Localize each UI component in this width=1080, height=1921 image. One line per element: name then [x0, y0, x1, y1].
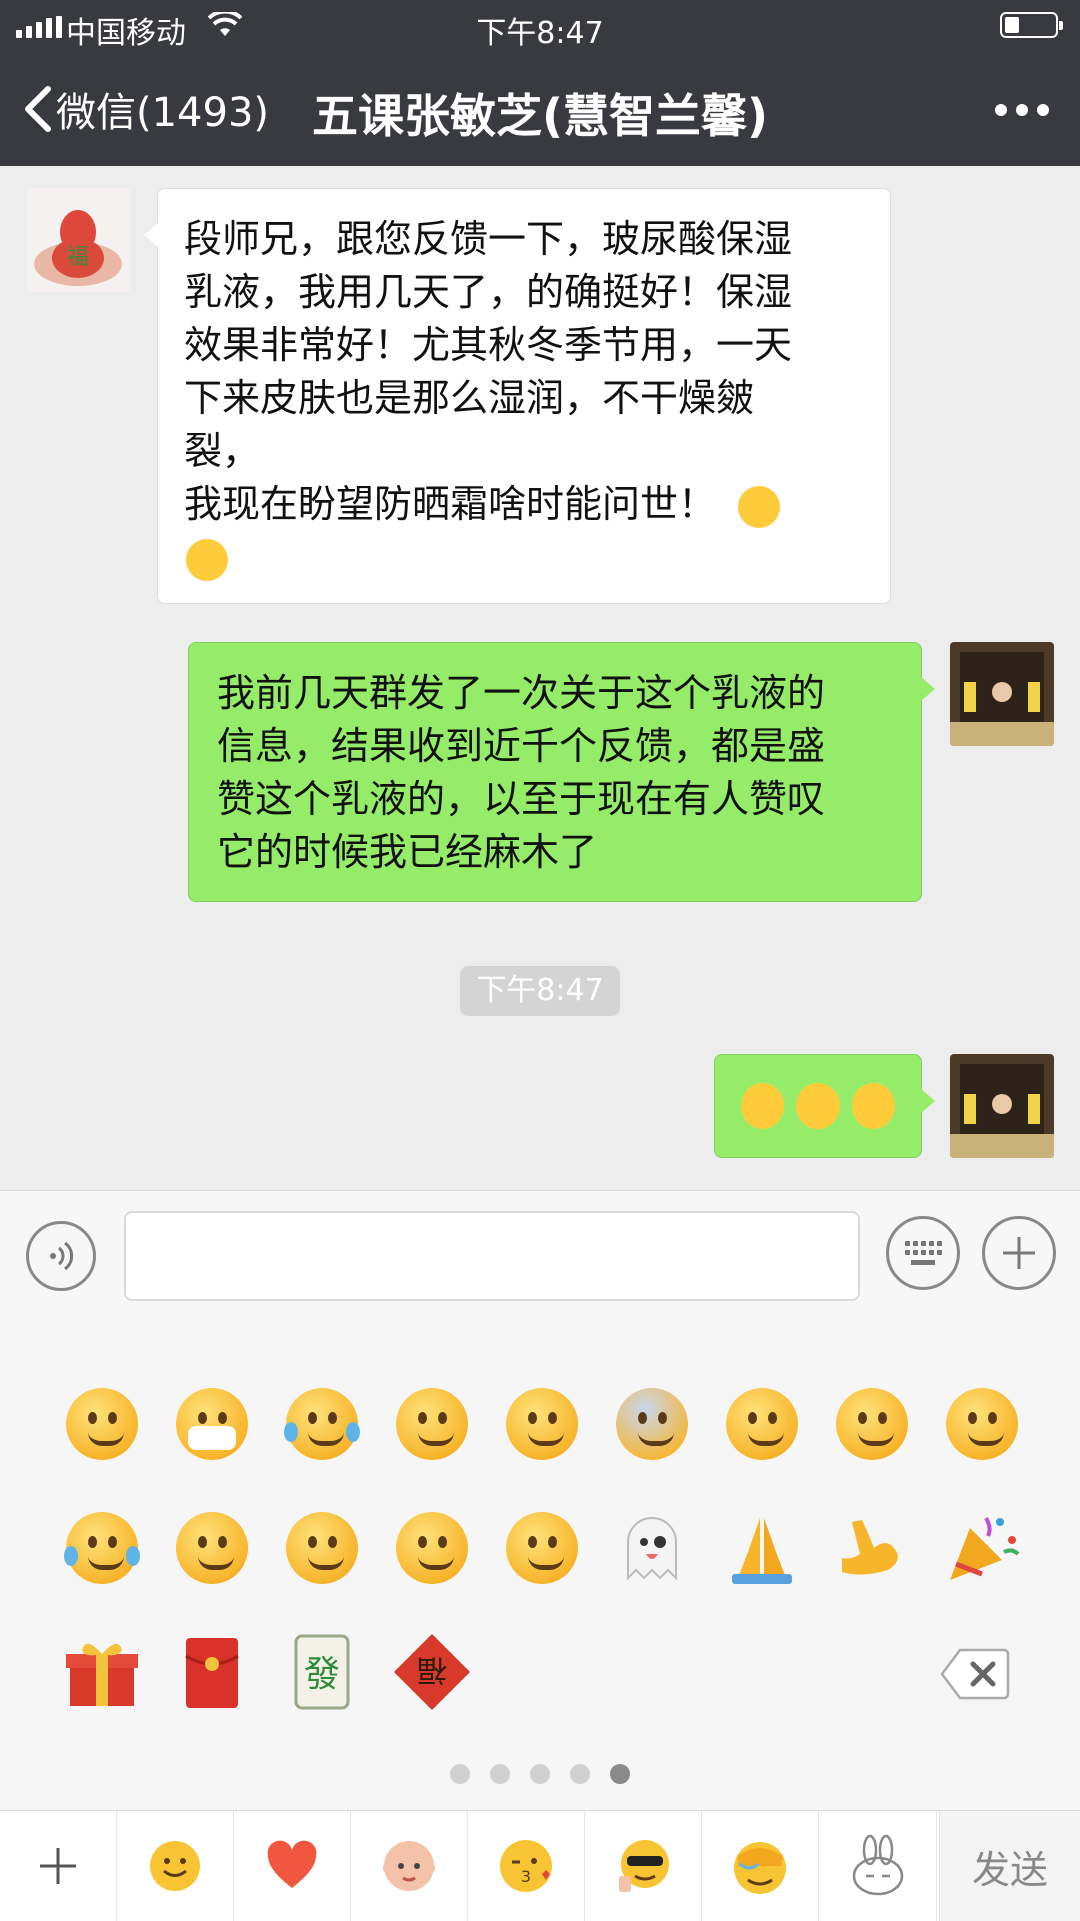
- add-sticker-button[interactable]: [0, 1811, 117, 1921]
- message-line: 它的时候我已经麻木了: [217, 830, 598, 874]
- hug-wave-emoji[interactable]: [502, 1508, 582, 1588]
- my-avatar[interactable]: [950, 642, 1054, 746]
- nav-bar: 微信(1493) 五课张敏芝(慧智兰馨): [0, 54, 1080, 166]
- status-bar: 中国移动 下午8:47: [0, 0, 1080, 54]
- pensive-emoji[interactable]: [722, 1384, 802, 1464]
- smile-emoji[interactable]: [392, 1508, 472, 1588]
- scream-emoji[interactable]: [612, 1384, 692, 1464]
- mahjong-fa-emoji[interactable]: 發: [282, 1632, 362, 1712]
- more-functions-button[interactable]: [982, 1216, 1056, 1290]
- top-bar: 中国移动 下午8:47 微信(1493) 五课张敏芝(慧智兰馨): [0, 0, 1080, 166]
- input-bar: [0, 1190, 1080, 1322]
- tongue-wink-emoji[interactable]: [392, 1384, 472, 1464]
- facepalm-icon: [734, 1842, 786, 1894]
- voice-icon: [50, 1241, 74, 1271]
- back-label: 微信(1493): [56, 90, 270, 136]
- page-dot[interactable]: [450, 1764, 470, 1784]
- emoji-category-bar: 3 发送: [0, 1810, 1080, 1921]
- flex-emoji[interactable]: [832, 1508, 912, 1588]
- red-envelope-emoji[interactable]: [172, 1632, 252, 1712]
- chevron-left-icon: [25, 86, 51, 132]
- plus-icon: [40, 1848, 76, 1884]
- category-rabbit[interactable]: [819, 1811, 937, 1921]
- back-button[interactable]: 微信(1493): [22, 80, 269, 138]
- smirk-eyes-emoji[interactable]: [172, 1508, 252, 1588]
- message-line: 我现在盼望防晒霜啥时能问世！: [184, 478, 864, 531]
- unamused-emoji[interactable]: [832, 1384, 912, 1464]
- plus-icon: [1003, 1237, 1035, 1269]
- keyboard-button[interactable]: [886, 1216, 960, 1290]
- flushed-emoji[interactable]: [502, 1384, 582, 1464]
- mask-emoji[interactable]: [172, 1384, 252, 1464]
- message-line: 乳液，我用几天了，的确挺好！保湿: [184, 270, 793, 314]
- rabbit-icon: [852, 1834, 903, 1896]
- page-indicator: [0, 1764, 1080, 1784]
- contact-avatar[interactable]: 福: [26, 188, 130, 292]
- svg-text:福: 福: [67, 245, 89, 270]
- more-options-button[interactable]: [992, 92, 1052, 128]
- category-smiley[interactable]: [117, 1811, 234, 1921]
- svg-text:發: 發: [304, 1654, 340, 1695]
- heart-icon: [267, 1840, 317, 1888]
- delete-button[interactable]: [940, 1646, 1010, 1702]
- outgoing-message-bubble[interactable]: 我前几天群发了一次关于这个乳液的 信息，结果收到近千个反馈，都是盛 赞这个乳液的…: [188, 642, 935, 902]
- battery-icon: [1000, 12, 1063, 38]
- message-line: [184, 531, 864, 584]
- message-line: 裂，: [184, 429, 261, 473]
- message-timestamp: 下午8:47: [460, 966, 620, 1016]
- svg-text:3: 3: [521, 1867, 531, 1886]
- grin-emoji[interactable]: [62, 1384, 142, 1464]
- face-with-hand-over-mouth-emoji: [738, 485, 781, 528]
- tears-of-joy-emoji[interactable]: [282, 1384, 362, 1464]
- category-cool-thumb[interactable]: [585, 1811, 702, 1921]
- cool-thumb-icon: [619, 1840, 669, 1892]
- fu-diamond-emoji[interactable]: 福: [392, 1632, 472, 1712]
- page-dot-active[interactable]: [610, 1764, 630, 1784]
- thinking-smirk-emoji[interactable]: [282, 1508, 362, 1588]
- voice-button[interactable]: [26, 1221, 96, 1291]
- pray-emoji[interactable]: [722, 1508, 802, 1588]
- battery-level: [1005, 17, 1019, 33]
- baby-face-icon: [383, 1841, 435, 1891]
- send-button[interactable]: 发送: [939, 1811, 1080, 1921]
- chat-title: 五课张敏芝(慧智兰馨): [311, 89, 769, 143]
- message-line: 效果非常好！尤其秋冬季节用，一天: [184, 323, 793, 367]
- category-baby-face[interactable]: [351, 1811, 468, 1921]
- facepalm-emoji[interactable]: [62, 1508, 142, 1588]
- facepalm-emoji: [796, 1083, 840, 1129]
- message-input[interactable]: [124, 1211, 860, 1301]
- message-line: 我前几天群发了一次关于这个乳液的: [217, 671, 826, 715]
- thinking-face-emoji: [186, 538, 228, 581]
- category-facepalm[interactable]: [702, 1811, 819, 1921]
- page-dot[interactable]: [570, 1764, 590, 1784]
- keyboard-icon: [905, 1241, 942, 1265]
- page-dot[interactable]: [530, 1764, 550, 1784]
- page-dot[interactable]: [490, 1764, 510, 1784]
- kiss-wink-icon: 3: [500, 1840, 552, 1892]
- message-line: 信息，结果收到近千个反馈，都是盛: [217, 724, 826, 768]
- backspace-icon: [940, 1648, 1010, 1700]
- incoming-message-bubble[interactable]: 段师兄，跟您反馈一下，玻尿酸保湿 乳液，我用几天了，的确挺好！保湿 效果非常好！…: [144, 188, 891, 604]
- outgoing-emoji-bubble[interactable]: [714, 1054, 935, 1158]
- gift-emoji[interactable]: [62, 1632, 142, 1712]
- status-time: 下午8:47: [476, 16, 604, 51]
- category-heart[interactable]: [234, 1811, 351, 1921]
- svg-text:福: 福: [417, 1652, 447, 1687]
- ghost-emoji[interactable]: [612, 1508, 692, 1588]
- message-line: 赞这个乳液的，以至于现在有人赞叹: [217, 777, 826, 821]
- party-popper-emoji[interactable]: [942, 1508, 1022, 1588]
- category-kiss-wink[interactable]: 3: [468, 1811, 585, 1921]
- smiley-icon: [150, 1841, 200, 1891]
- facepalm-emoji: [741, 1083, 785, 1129]
- dizzy-salute-emoji[interactable]: [942, 1384, 1022, 1464]
- message-line: 下来皮肤也是那么湿润，不干燥皴: [184, 376, 755, 420]
- message-line-text: 我现在盼望防晒霜啥时能问世！: [184, 482, 717, 526]
- message-line: 段师兄，跟您反馈一下，玻尿酸保湿: [184, 217, 793, 261]
- my-avatar[interactable]: [950, 1054, 1054, 1158]
- facepalm-emoji: [851, 1083, 895, 1129]
